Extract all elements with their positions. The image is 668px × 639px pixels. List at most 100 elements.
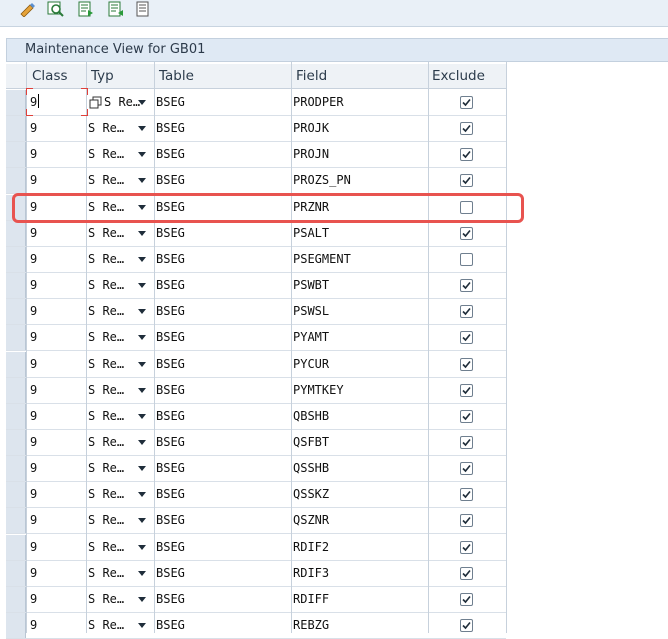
table-row[interactable]: 9 S Re… BSEG PROJK — [6, 116, 506, 143]
class-cell[interactable]: 9 — [30, 378, 80, 403]
table-row[interactable]: 9 S Re… BSEG PROZS_PN — [6, 168, 506, 195]
field-cell[interactable]: RDIF2 — [293, 535, 423, 560]
exclude-checkbox[interactable] — [460, 122, 473, 136]
dropdown-arrow-icon[interactable] — [138, 100, 146, 105]
class-cell[interactable]: 9 — [30, 456, 80, 481]
field-cell[interactable]: PYAMT — [293, 325, 423, 350]
dropdown-arrow-icon[interactable] — [138, 544, 146, 550]
table-cell[interactable]: BSEG — [156, 116, 286, 141]
dropdown-arrow-icon[interactable] — [138, 361, 146, 367]
table-cell[interactable]: BSEG — [156, 561, 286, 586]
class-cell[interactable]: 9 — [30, 508, 80, 533]
class-cell[interactable]: 9 — [30, 168, 80, 193]
class-cell[interactable]: 9 — [30, 404, 80, 429]
table-row[interactable]: 9 S Re… BSEG QBSHB — [6, 403, 506, 430]
dropdown-arrow-icon[interactable] — [138, 387, 146, 393]
typ-dropdown[interactable]: S Re… — [88, 168, 154, 193]
dropdown-arrow-icon[interactable] — [138, 518, 146, 524]
dropdown-arrow-icon[interactable] — [138, 413, 146, 419]
field-cell[interactable]: QSFBT — [293, 430, 423, 455]
field-cell[interactable]: PRODPER — [293, 90, 423, 115]
document-icon[interactable] — [134, 0, 154, 18]
dropdown-arrow-icon[interactable] — [138, 466, 146, 472]
class-cell[interactable]: 9 — [30, 221, 80, 246]
field-cell[interactable]: PROJK — [293, 116, 423, 141]
typ-dropdown[interactable]: S Re… — [88, 430, 154, 455]
dropdown-arrow-icon[interactable] — [138, 309, 146, 315]
exclude-checkbox[interactable] — [460, 226, 473, 240]
table-row[interactable]: 9 S Re… BSEG RDIF2 — [6, 534, 506, 561]
class-cell[interactable]: 9 — [30, 561, 80, 586]
row-selector[interactable] — [6, 403, 26, 429]
typ-dropdown[interactable]: S Re… — [88, 587, 154, 612]
exclude-checkbox[interactable] — [460, 252, 473, 266]
field-cell[interactable]: PSWSL — [293, 299, 423, 324]
typ-dropdown[interactable]: S Re… — [88, 142, 154, 167]
table-cell[interactable]: BSEG — [156, 404, 286, 429]
field-cell[interactable]: QSZNR — [293, 508, 423, 533]
typ-dropdown[interactable]: S Re… — [88, 116, 154, 141]
table-cell[interactable]: BSEG — [156, 430, 286, 455]
import-icon[interactable] — [106, 0, 126, 18]
table-row[interactable]: 9 S Re… BSEG PYMTKEY — [6, 377, 506, 404]
dropdown-arrow-icon[interactable] — [138, 492, 146, 498]
typ-dropdown[interactable]: S Re… — [88, 404, 154, 429]
table-cell[interactable]: BSEG — [156, 273, 286, 298]
typ-dropdown[interactable]: S Re… — [88, 456, 154, 481]
dropdown-arrow-icon[interactable] — [138, 178, 146, 184]
typ-dropdown[interactable]: S Re… — [88, 482, 154, 507]
field-cell[interactable]: PYMTKEY — [293, 378, 423, 403]
class-cell[interactable]: 9 — [30, 247, 80, 272]
typ-dropdown[interactable]: S Re… — [88, 535, 154, 560]
row-selector[interactable] — [6, 246, 26, 272]
table-cell[interactable]: BSEG — [156, 352, 286, 377]
dropdown-arrow-icon[interactable] — [138, 152, 146, 158]
field-cell[interactable]: PSWBT — [293, 273, 423, 298]
table-row[interactable]: 9 S Re… BSEG REBZG — [6, 613, 506, 639]
header-field[interactable]: Field — [296, 64, 327, 88]
row-selector[interactable] — [6, 90, 26, 115]
row-selector[interactable] — [6, 220, 26, 246]
export-icon[interactable] — [76, 0, 96, 18]
field-cell[interactable]: PROJN — [293, 142, 423, 167]
field-cell[interactable]: QSSHB — [293, 456, 423, 481]
table-row[interactable]: 9 S Re… BSEG PSWBT — [6, 273, 506, 300]
find-icon[interactable] — [46, 0, 66, 18]
field-cell[interactable]: QBSHB — [293, 404, 423, 429]
table-row[interactable]: 9 S Re… BSEG QSFBT — [6, 429, 506, 456]
exclude-checkbox[interactable] — [460, 540, 473, 554]
exclude-checkbox[interactable] — [460, 514, 473, 528]
exclude-checkbox[interactable] — [460, 383, 473, 397]
table-row[interactable]: 9 S Re… BSEG QSZNR — [6, 508, 506, 535]
exclude-checkbox[interactable] — [460, 331, 473, 345]
row-selector[interactable] — [6, 273, 26, 299]
class-cell[interactable]: 9 — [30, 613, 80, 638]
table-row[interactable]: 9 S Re… BSEG PYCUR — [6, 351, 506, 378]
exclude-checkbox[interactable] — [460, 148, 473, 162]
class-cell[interactable]: 9 — [30, 142, 80, 167]
exclude-checkbox[interactable] — [460, 305, 473, 319]
row-selector[interactable] — [6, 534, 26, 560]
class-cell[interactable]: 9 — [30, 482, 80, 507]
table-row[interactable]: 9 S Re… BSEG RDIF3 — [6, 560, 506, 587]
exclude-checkbox[interactable] — [460, 592, 473, 606]
class-cell[interactable]: 9 — [30, 430, 80, 455]
dropdown-arrow-icon[interactable] — [138, 335, 146, 341]
row-selector[interactable] — [6, 142, 26, 168]
table-row[interactable]: 9 S Re… BSEG PSALT — [6, 220, 506, 247]
field-cell[interactable]: PROZS_PN — [293, 168, 423, 193]
typ-dropdown[interactable]: S Re… — [88, 613, 154, 638]
table-cell[interactable]: BSEG — [156, 168, 286, 193]
typ-dropdown[interactable]: S Re… — [88, 221, 154, 246]
table-cell[interactable]: BSEG — [156, 325, 286, 350]
copy-icon[interactable] — [89, 96, 103, 110]
header-exclude[interactable]: Exclude — [432, 64, 485, 88]
table-cell[interactable]: BSEG — [156, 535, 286, 560]
field-cell[interactable]: PYCUR — [293, 352, 423, 377]
field-cell[interactable]: QSSKZ — [293, 482, 423, 507]
dropdown-arrow-icon[interactable] — [138, 283, 146, 289]
row-selector[interactable] — [6, 299, 26, 325]
header-typ[interactable]: Typ — [91, 64, 114, 88]
dropdown-arrow-icon[interactable] — [138, 230, 146, 236]
row-selector[interactable] — [6, 613, 26, 638]
